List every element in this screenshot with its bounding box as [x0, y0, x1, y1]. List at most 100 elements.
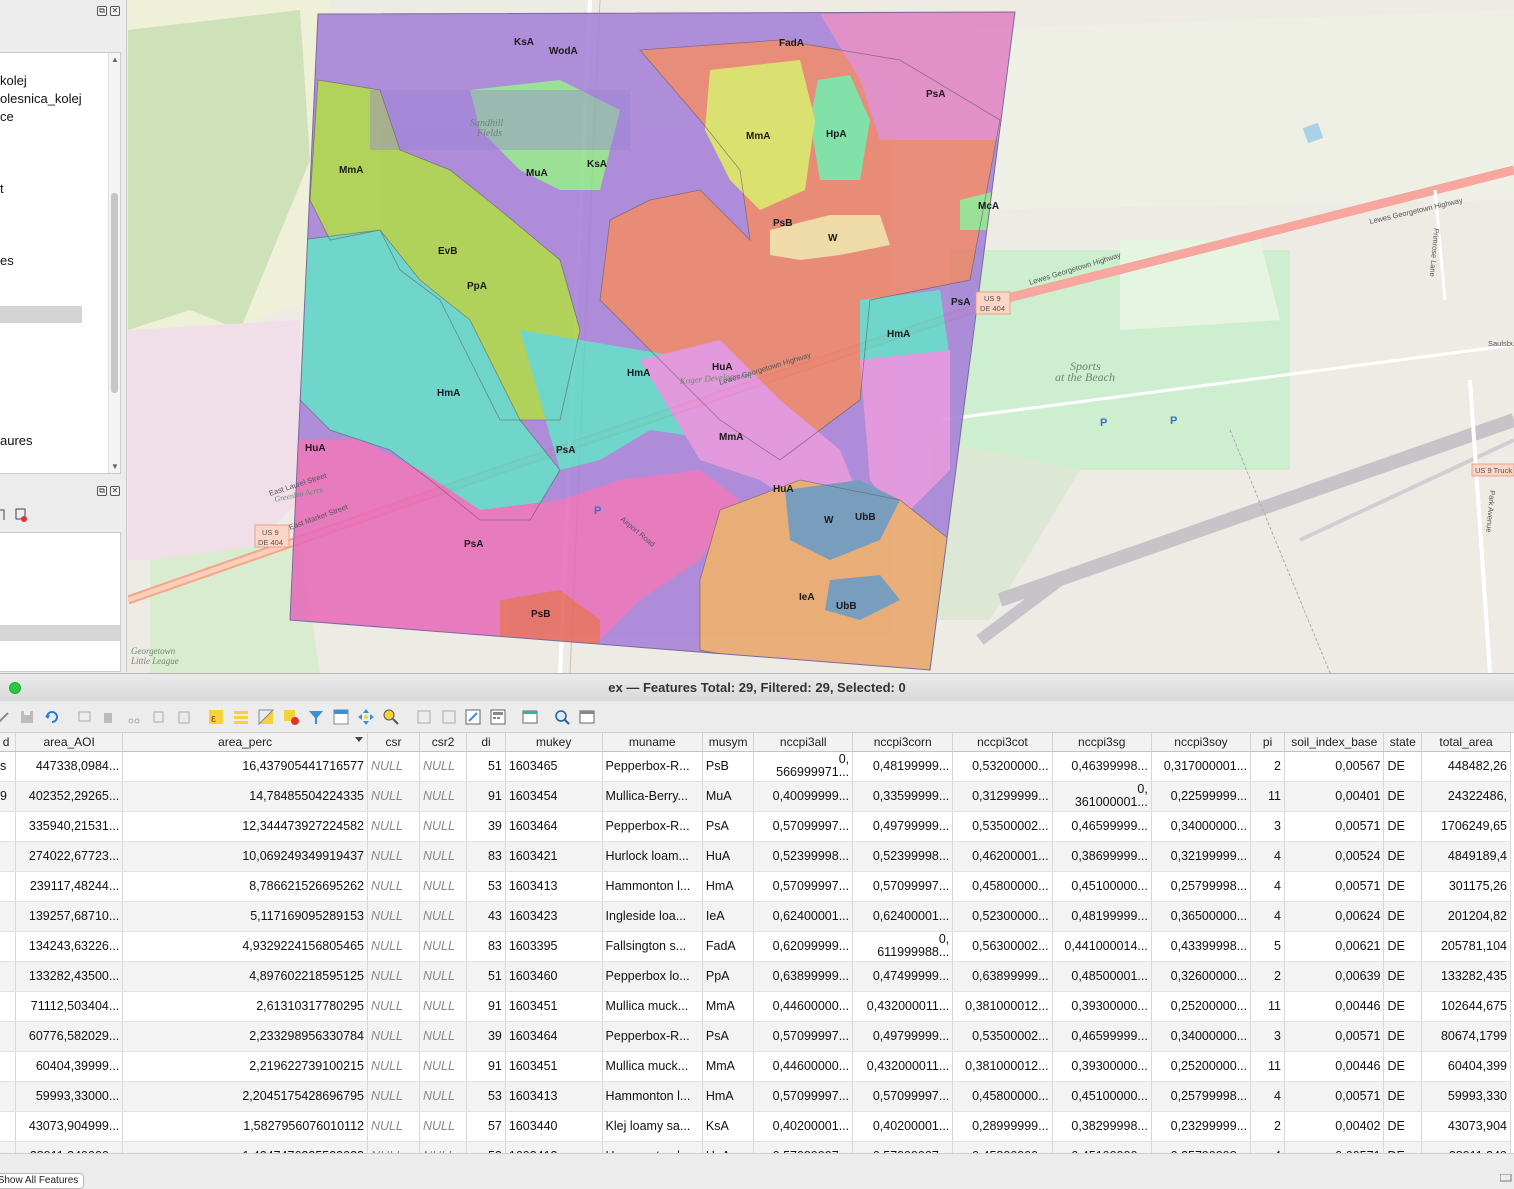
table-cell-mukey[interactable]: 1603460 [505, 961, 603, 992]
table-cell-muname[interactable]: Mullica-Berry... [602, 781, 703, 812]
column-header-nccpi3cot[interactable]: nccpi3cot [952, 733, 1053, 752]
table-cell-musym[interactable]: HmA [702, 1081, 755, 1112]
table-cell-id-partial[interactable] [0, 901, 17, 932]
table-cell-area-AOI[interactable]: 139257,68710... [15, 901, 124, 932]
table-cell-musym[interactable]: HmA [702, 871, 755, 902]
table-cell-nccpi3soy[interactable]: 0,34000000... [1151, 1021, 1252, 1052]
table-cell-nccpi3all[interactable]: 0,62099999... [753, 931, 854, 962]
table-cell-pi[interactable]: 5 [1250, 931, 1285, 962]
table-cell-state[interactable]: DE [1383, 811, 1423, 842]
table-row[interactable]: 274022,67723... 10,069249349919437 NULL NUL… [0, 841, 1511, 872]
table-cell-csr2[interactable]: NULL [419, 811, 468, 842]
table-cell-nccpi3corn[interactable]: 0,62400001... [852, 901, 954, 932]
toggle-editing-icon[interactable] [0, 709, 12, 725]
table-cell-nccpi3soy[interactable]: 0,36500000... [1151, 901, 1252, 932]
move-selection-top-icon[interactable] [333, 709, 349, 725]
table-row[interactable]: 60776,582029... 2,233298956330784 NULL NULL… [0, 1021, 1511, 1052]
table-cell-di[interactable]: 53 [466, 871, 506, 902]
add-feature-icon[interactable] [77, 709, 93, 725]
table-cell-mukey[interactable]: 1603413 [505, 1141, 603, 1153]
table-cell-csr[interactable]: NULL [367, 871, 420, 902]
table-cell-muname[interactable]: Klej loamy sa... [602, 1111, 703, 1142]
table-cell-csr[interactable]: NULL [367, 841, 420, 872]
table-cell-id-partial[interactable]: s [0, 751, 17, 782]
table-cell-nccpi3all[interactable]: 0,44600000... [753, 1051, 854, 1082]
table-cell-muname[interactable]: Fallsington s... [602, 931, 703, 962]
table-cell-csr2[interactable]: NULL [419, 961, 468, 992]
table-cell-di[interactable]: 83 [466, 841, 506, 872]
delete-field-icon[interactable] [441, 709, 457, 725]
table-cell-musym[interactable]: HuA [702, 841, 755, 872]
table-cell-soil-index-base[interactable]: 0,00571 [1284, 811, 1385, 842]
table-cell-csr[interactable]: NULL [367, 751, 420, 782]
table-cell-nccpi3soy[interactable]: 0,22599999... [1151, 781, 1252, 812]
zoom-map-to-rows-icon[interactable] [554, 709, 570, 725]
table-cell-csr2[interactable]: NULL [419, 1051, 468, 1082]
table-cell-area-AOI[interactable]: 402352,29265... [15, 781, 124, 812]
table-cell-muname[interactable]: Mullica muck... [602, 1051, 703, 1082]
column-header-area-AOI[interactable]: area_AOI [15, 733, 124, 752]
table-cell-csr[interactable]: NULL [367, 1111, 420, 1142]
table-cell-soil-index-base[interactable]: 0,00639 [1284, 961, 1385, 992]
table-cell-mukey[interactable]: 1603421 [505, 841, 603, 872]
table-cell-soil-index-base[interactable]: 0,00571 [1284, 871, 1385, 902]
table-cell-csr2[interactable]: NULL [419, 1141, 468, 1153]
table-cell-id-partial[interactable] [0, 931, 17, 962]
table-cell-soil-index-base[interactable]: 0,00571 [1284, 1081, 1385, 1112]
column-header-nccpi3corn[interactable]: nccpi3corn [852, 733, 954, 752]
table-cell-di[interactable]: 51 [466, 751, 506, 782]
table-cell-csr2[interactable]: NULL [419, 1111, 468, 1142]
table-cell-nccpi3corn[interactable]: 0,432000011... [852, 991, 954, 1022]
table-cell-musym[interactable]: PsA [702, 1021, 755, 1052]
table-cell-area-perc[interactable]: 14,78485504224335 [122, 781, 368, 812]
layer-item[interactable]: t [0, 181, 4, 196]
deselect-all-icon[interactable] [283, 709, 299, 725]
table-cell-state[interactable]: DE [1383, 1141, 1423, 1153]
table-cell-musym[interactable]: KsA [702, 1111, 755, 1142]
table-cell-nccpi3cot[interactable]: 0,52300000... [952, 901, 1053, 932]
table-cell-soil-index-base[interactable]: 0,00402 [1284, 1111, 1385, 1142]
table-cell-nccpi3cot[interactable]: 0,63899999... [952, 961, 1053, 992]
table-row[interactable]: 71112,503404... 2,61310317780295 NULL NULL 9… [0, 991, 1511, 1022]
table-cell-csr2[interactable]: NULL [419, 871, 468, 902]
table-cell-nccpi3corn[interactable]: 0,57099997... [852, 1141, 954, 1153]
pan-to-selection-icon[interactable] [358, 709, 374, 725]
table-cell-area-perc[interactable]: 2,219622739100215 [122, 1051, 368, 1082]
table-cell-muname[interactable]: Pepperbox-R... [602, 811, 703, 842]
table-cell-id-partial[interactable] [0, 1021, 17, 1052]
table-cell-state[interactable]: DE [1383, 1021, 1423, 1052]
window-zoom-button[interactable] [9, 682, 21, 694]
select-all-icon[interactable] [233, 709, 249, 725]
table-cell-area-perc[interactable]: 16,437905441716577 [122, 751, 368, 782]
table-cell-soil-index-base[interactable]: 0,00624 [1284, 901, 1385, 932]
delete-feature-icon[interactable] [100, 709, 116, 725]
table-cell-nccpi3soy[interactable]: 0,32600000... [1151, 961, 1252, 992]
table-cell-nccpi3corn[interactable]: 0,40200001... [852, 1111, 954, 1142]
column-header-nccpi3soy[interactable]: nccpi3soy [1151, 733, 1252, 752]
select-by-expression-icon[interactable]: ε [208, 709, 224, 725]
table-cell-csr[interactable]: NULL [367, 811, 420, 842]
table-cell-nccpi3all[interactable]: 0,40200001... [753, 1111, 854, 1142]
table-cell-csr[interactable]: NULL [367, 1081, 420, 1112]
table-cell-mukey[interactable]: 1603454 [505, 781, 603, 812]
table-cell-nccpi3corn[interactable]: 0,52399998... [852, 841, 954, 872]
table-cell-di[interactable]: 91 [466, 991, 506, 1022]
conditional-formatting-icon[interactable] [465, 709, 481, 725]
table-cell-csr[interactable]: NULL [367, 1021, 420, 1052]
table-cell-muname[interactable]: Hurlock loam... [602, 841, 703, 872]
table-row[interactable]: 335940,21531... 12,344473927224582 NULL NUL… [0, 811, 1511, 842]
table-cell-nccpi3all[interactable]: 0,57099997... [753, 1141, 854, 1153]
table-cell-soil-index-base[interactable]: 0,00446 [1284, 1051, 1385, 1082]
table-cell-soil-index-base[interactable]: 0,00524 [1284, 841, 1385, 872]
table-cell-pi[interactable]: 4 [1250, 1081, 1285, 1112]
table-cell-musym[interactable]: FadA [702, 931, 755, 962]
table-cell-nccpi3cot[interactable]: 0,45800000... [952, 1141, 1053, 1153]
column-header-soil-index-base[interactable]: soil_index_base [1284, 733, 1385, 752]
dock-table-icon[interactable] [579, 709, 595, 725]
table-cell-nccpi3corn[interactable]: 0,49799999... [852, 1021, 954, 1052]
table-cell-di[interactable]: 91 [466, 781, 506, 812]
table-cell-nccpi3soy[interactable]: 0,25200000... [1151, 1051, 1252, 1082]
table-cell-nccpi3sg[interactable]: 0,38699999... [1052, 841, 1152, 872]
table-cell-soil-index-base[interactable]: 0,00446 [1284, 991, 1385, 1022]
scroll-up-icon[interactable]: ▲ [109, 55, 120, 64]
